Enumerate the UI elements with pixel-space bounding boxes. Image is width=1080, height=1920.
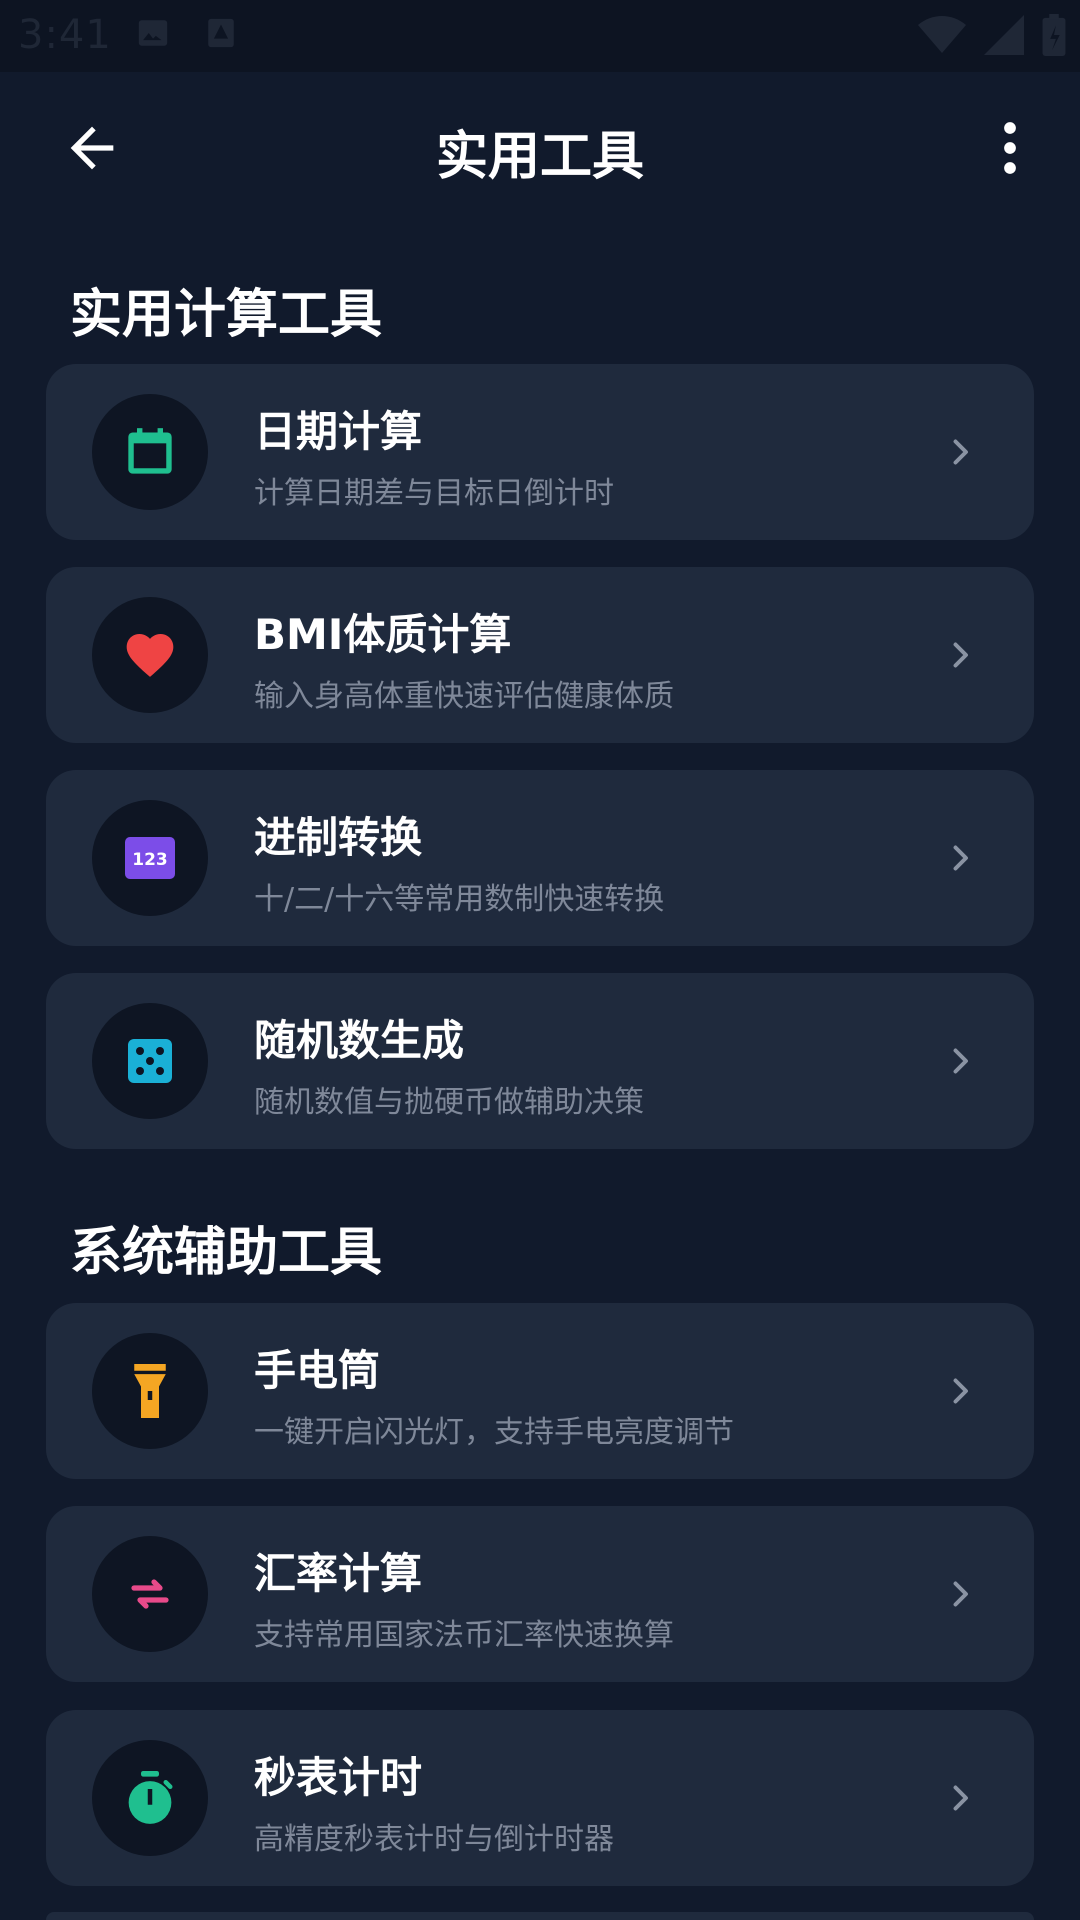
- tool-title: 日期计算: [254, 407, 423, 456]
- tool-subtitle: 随机数值与抛硬币做辅助决策: [254, 1085, 644, 1120]
- section-title-system: 系统辅助工具: [70, 1223, 383, 1283]
- flashlight-icon: [134, 1364, 166, 1418]
- tool-card-base-convert[interactable]: 123 进制转换 十/二/十六等常用数制快速转换: [46, 770, 1034, 946]
- tool-icon-badge: [92, 1333, 208, 1449]
- tool-title: 手电筒: [254, 1346, 381, 1395]
- chevron-right-icon: [953, 642, 968, 668]
- icon-label: 123: [132, 850, 168, 870]
- tool-title: 秒表计时: [254, 1753, 423, 1802]
- tool-subtitle: 输入身高体重快速评估健康体质: [254, 679, 674, 714]
- tool-icon-badge: [92, 394, 208, 510]
- tool-subtitle: 十/二/十六等常用数制快速转换: [254, 882, 665, 917]
- chevron-right-icon: [953, 1378, 968, 1404]
- tool-card-stopwatch[interactable]: 秒表计时 高精度秒表计时与倒计时器: [46, 1710, 1034, 1886]
- number-123-icon: 123: [125, 837, 175, 879]
- tool-title: BMI体质计算: [254, 610, 512, 659]
- swap-arrows-icon: [131, 1579, 169, 1609]
- tool-icon-badge: [92, 1740, 208, 1856]
- system-status-icons: [918, 14, 1066, 56]
- notification-icons: [136, 16, 238, 50]
- app-notification-icon: [208, 18, 234, 48]
- tool-card-random[interactable]: 随机数生成 随机数值与抛硬币做辅助决策: [46, 973, 1034, 1149]
- tool-icon-badge: 123: [92, 800, 208, 916]
- tool-subtitle: 一键开启闪光灯，支持手电亮度调节: [254, 1415, 734, 1450]
- tool-card-bmi[interactable]: BMI体质计算 输入身高体重快速评估健康体质: [46, 567, 1034, 743]
- tool-card-flashlight[interactable]: 手电筒 一键开启闪光灯，支持手电亮度调节: [46, 1303, 1034, 1479]
- dice-icon: [128, 1039, 172, 1083]
- tool-subtitle: 支持常用国家法币汇率快速换算: [254, 1618, 674, 1653]
- tool-card-exchange[interactable]: 汇率计算 支持常用国家法币汇率快速换算: [46, 1506, 1034, 1682]
- tool-subtitle: 计算日期差与目标日倒计时: [254, 476, 614, 511]
- tool-card-partial[interactable]: [46, 1912, 1034, 1920]
- page-title: 实用工具: [435, 127, 644, 187]
- chevron-right-icon: [953, 1581, 968, 1607]
- tool-icon-badge: [92, 597, 208, 713]
- more-options-button[interactable]: [978, 116, 1042, 180]
- more-vert-icon: [1004, 122, 1016, 174]
- status-time: 3:41: [18, 12, 112, 58]
- tool-icon-badge: [92, 1536, 208, 1652]
- chevron-right-icon: [953, 1048, 968, 1074]
- signal-icon: [984, 15, 1024, 55]
- status-bar: 3:41: [0, 0, 1080, 72]
- tool-card-date[interactable]: 日期计算 计算日期差与目标日倒计时: [46, 364, 1034, 540]
- app-bar: 实用工具: [0, 72, 1080, 220]
- battery-icon: [1042, 14, 1066, 56]
- chevron-right-icon: [953, 1785, 968, 1811]
- tool-title: 随机数生成: [254, 1016, 465, 1065]
- calendar-icon: [128, 428, 172, 474]
- tool-title: 汇率计算: [254, 1549, 423, 1598]
- image-notification-icon: [138, 20, 168, 46]
- tool-title: 进制转换: [254, 813, 423, 862]
- tool-icon-badge: [92, 1003, 208, 1119]
- heart-icon: [126, 634, 174, 677]
- tool-subtitle: 高精度秒表计时与倒计时器: [254, 1822, 614, 1857]
- section-title-calc: 实用计算工具: [70, 285, 383, 345]
- chevron-right-icon: [953, 439, 968, 465]
- stopwatch-icon: [128, 1771, 173, 1824]
- chevron-right-icon: [953, 845, 968, 871]
- wifi-icon: [918, 16, 966, 53]
